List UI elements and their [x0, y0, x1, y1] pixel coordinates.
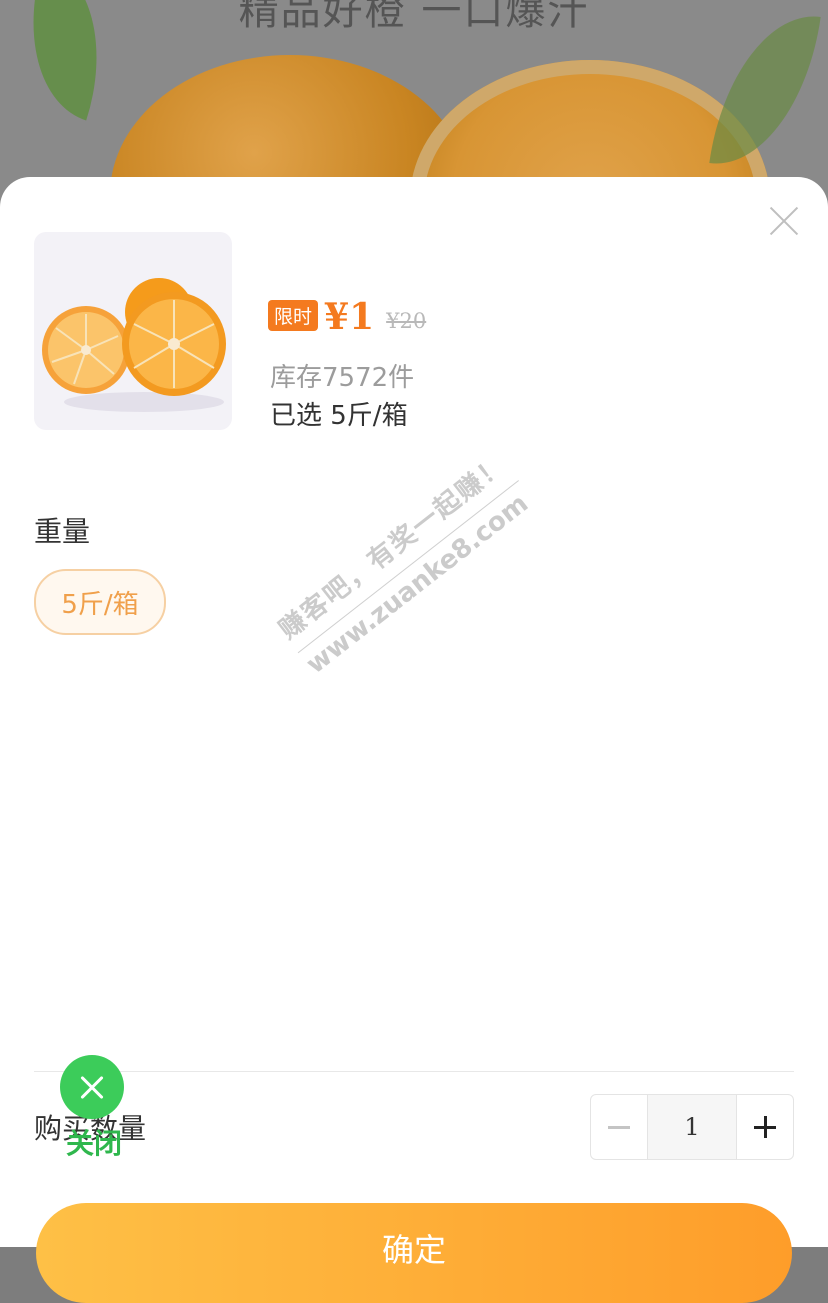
sku-bottom-sheet: 限时 ¥1 ¥20 库存7572件 已选 5斤/箱 重量 5斤/箱 赚客吧，有奖…	[0, 177, 828, 1303]
quantity-input[interactable]	[647, 1095, 737, 1159]
watermark-line2: www.zuanke8.com	[297, 480, 540, 681]
divider	[34, 1071, 794, 1072]
selected-spec-text: 已选 5斤/箱	[270, 401, 408, 431]
banner-text: 精品好橙 一口爆汁	[238, 0, 590, 34]
original-price: ¥20	[386, 309, 427, 333]
floating-close-icon[interactable]	[60, 1055, 124, 1119]
current-price: ¥1	[324, 296, 375, 338]
increase-button[interactable]	[737, 1095, 793, 1159]
quantity-stepper	[590, 1094, 794, 1160]
floating-close-label[interactable]: 关闭	[66, 1122, 122, 1162]
stock-text: 库存7572件	[270, 363, 415, 393]
watermark: 赚客吧，有奖一起赚！ www.zuanke8.com	[270, 445, 540, 681]
close-icon[interactable]	[764, 201, 804, 241]
spec-option-5jin-box[interactable]: 5斤/箱	[34, 569, 166, 635]
decrease-button[interactable]	[591, 1095, 647, 1159]
price-row: 限时 ¥1 ¥20	[268, 297, 426, 337]
orange-halves-image	[42, 278, 226, 412]
limited-time-badge: 限时	[268, 300, 319, 331]
watermark-line1: 赚客吧，有奖一起赚！	[273, 449, 513, 646]
spec-weight-label: 重量	[34, 515, 91, 548]
confirm-button[interactable]: 确定	[36, 1203, 792, 1303]
product-thumbnail	[34, 232, 232, 430]
